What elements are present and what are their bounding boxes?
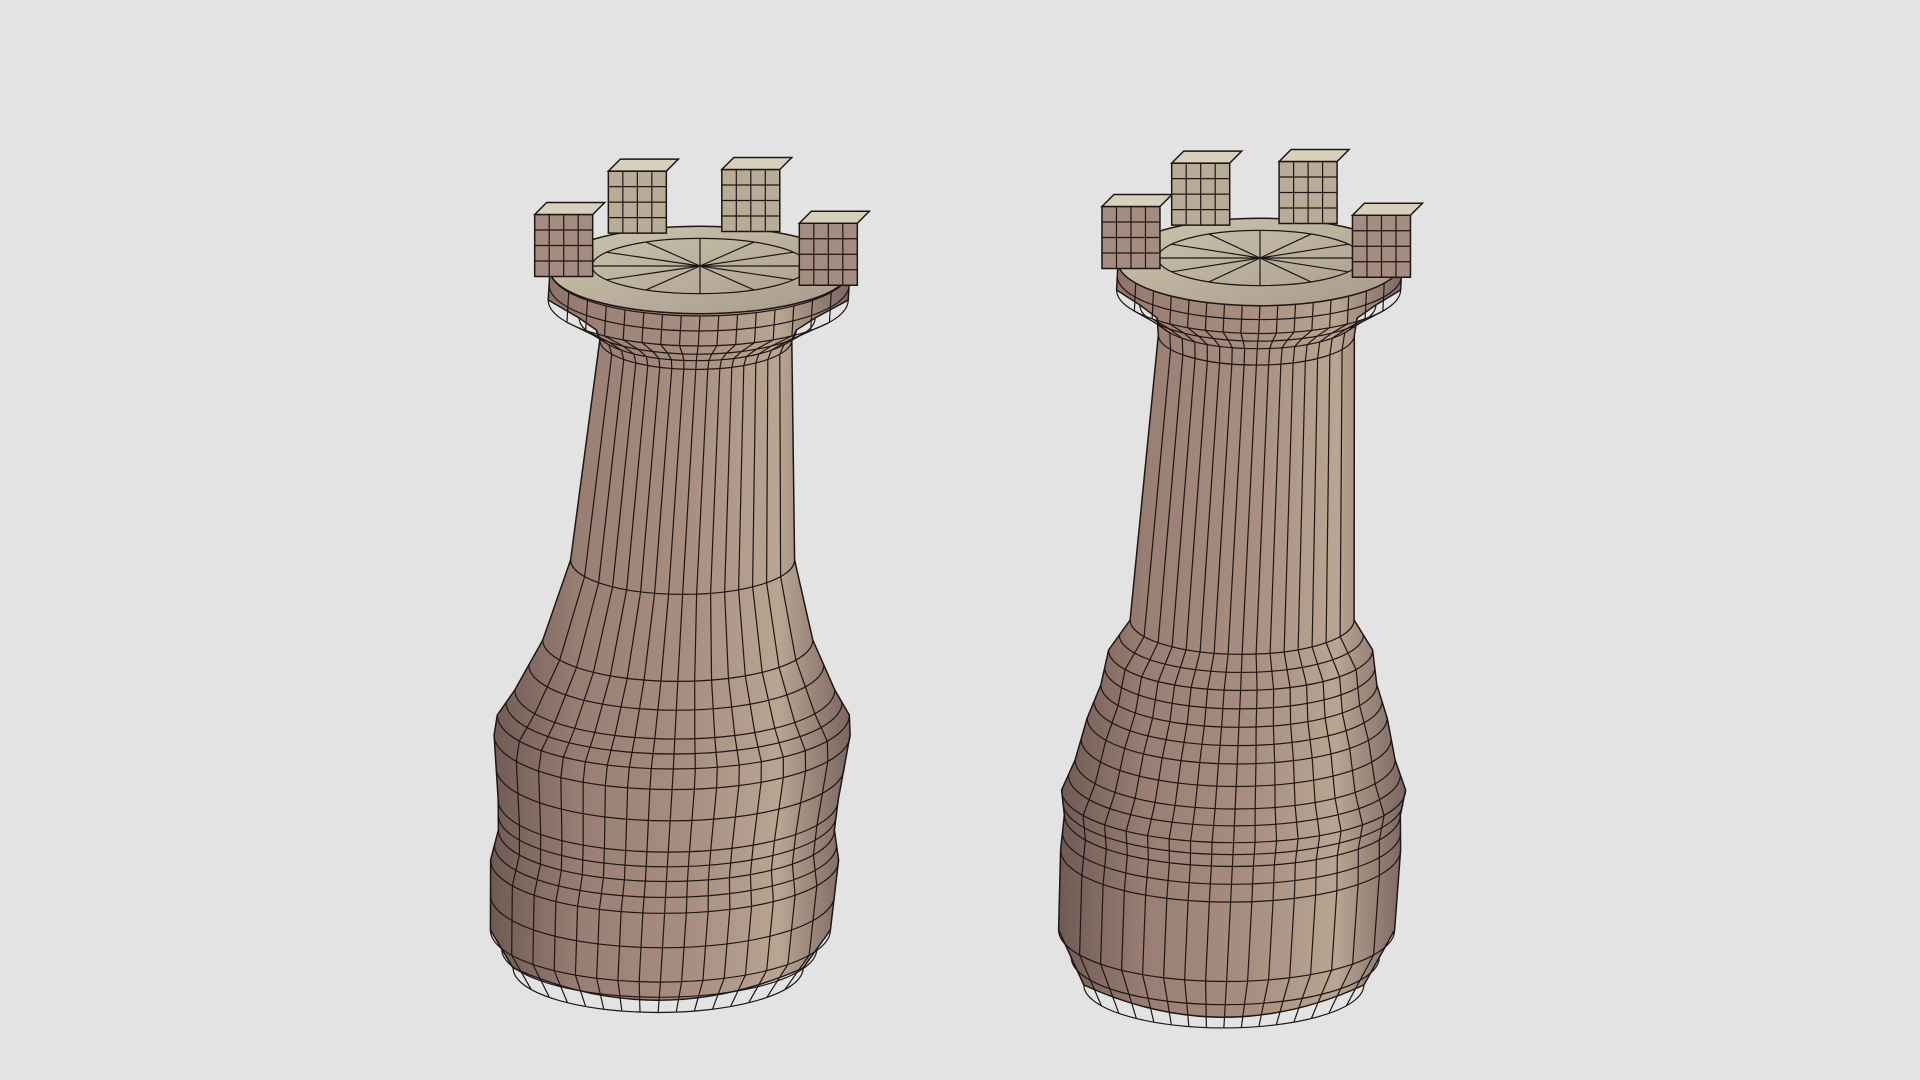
- merlon[interactable]: [1169, 150, 1244, 226]
- merlon[interactable]: [1277, 148, 1351, 225]
- viewport-canvas[interactable]: [0, 0, 1920, 1080]
- merlon[interactable]: [1350, 202, 1425, 278]
- merlon[interactable]: [606, 158, 681, 234]
- rook-mesh-right[interactable]: [1057, 148, 1425, 1029]
- merlon[interactable]: [797, 210, 872, 286]
- rook-body[interactable]: [1057, 261, 1407, 1018]
- 3d-viewport[interactable]: [0, 0, 1920, 1080]
- rook-mesh-left[interactable]: [489, 156, 872, 1014]
- merlon[interactable]: [719, 156, 794, 233]
- rook-body[interactable]: [489, 269, 851, 1001]
